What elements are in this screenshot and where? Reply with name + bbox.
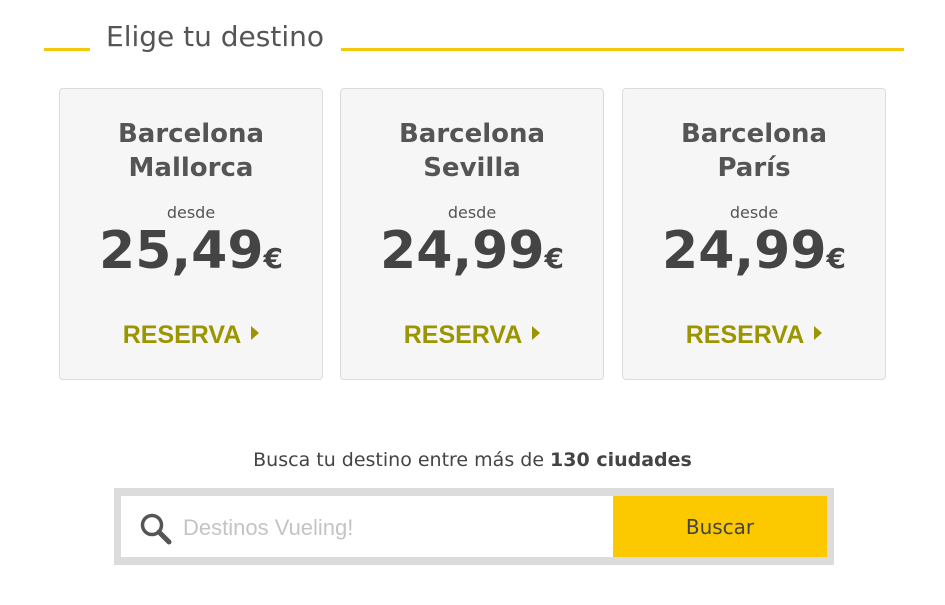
price-amount: 24,99	[380, 221, 545, 281]
price-amount: 24,99	[662, 221, 827, 281]
price: 24,99€	[341, 221, 603, 281]
search-prompt-count: 130 ciudades	[550, 449, 692, 471]
price: 24,99€	[623, 221, 885, 281]
header-rule-left	[44, 48, 90, 51]
triangle-right-icon	[532, 326, 541, 340]
destination-city: Mallorca	[128, 153, 254, 183]
origin-city: Barcelona	[680, 119, 828, 149]
header-rule-right	[341, 48, 904, 51]
reserve-link[interactable]: RESERVA	[623, 321, 885, 350]
reserve-link[interactable]: RESERVA	[60, 321, 322, 350]
search-input[interactable]	[181, 504, 605, 551]
reserve-label: RESERVA	[122, 321, 242, 349]
currency-symbol: €	[263, 242, 283, 275]
destination-card[interactable]: Barcelona París desde 24,99€ RESERVA	[622, 88, 886, 380]
destination-card[interactable]: Barcelona Sevilla desde 24,99€ RESERVA	[340, 88, 604, 380]
triangle-right-icon	[251, 326, 260, 340]
price: 25,49€	[60, 221, 322, 281]
section-title: Elige tu destino	[106, 20, 324, 53]
reserve-label: RESERVA	[685, 321, 805, 349]
search-bar: Buscar	[114, 488, 834, 565]
destination-city: Sevilla	[423, 153, 521, 183]
from-label: desde	[729, 203, 779, 222]
from-label: desde	[166, 203, 216, 222]
route-cities: Barcelona París	[623, 117, 885, 185]
search-prompt-text: Busca tu destino entre más de	[253, 449, 551, 471]
origin-city: Barcelona	[398, 119, 546, 149]
destination-city: París	[717, 153, 791, 183]
search-prompt: Busca tu destino entre más de 130 ciudad…	[0, 449, 945, 471]
triangle-right-icon	[814, 326, 823, 340]
price-amount: 25,49	[99, 221, 264, 281]
destination-card[interactable]: Barcelona Mallorca desde 25,49€ RESERVA	[59, 88, 323, 380]
route-cities: Barcelona Sevilla	[341, 117, 603, 185]
from-label: desde	[447, 203, 497, 222]
origin-city: Barcelona	[117, 119, 265, 149]
reserve-link[interactable]: RESERVA	[341, 321, 603, 350]
currency-symbol: €	[544, 242, 564, 275]
search-icon	[140, 513, 172, 545]
reserve-label: RESERVA	[403, 321, 523, 349]
section-header: Elige tu destino	[44, 18, 904, 62]
route-cities: Barcelona Mallorca	[60, 117, 322, 185]
currency-symbol: €	[826, 242, 846, 275]
search-field	[121, 496, 613, 557]
search-button[interactable]: Buscar	[613, 496, 827, 557]
